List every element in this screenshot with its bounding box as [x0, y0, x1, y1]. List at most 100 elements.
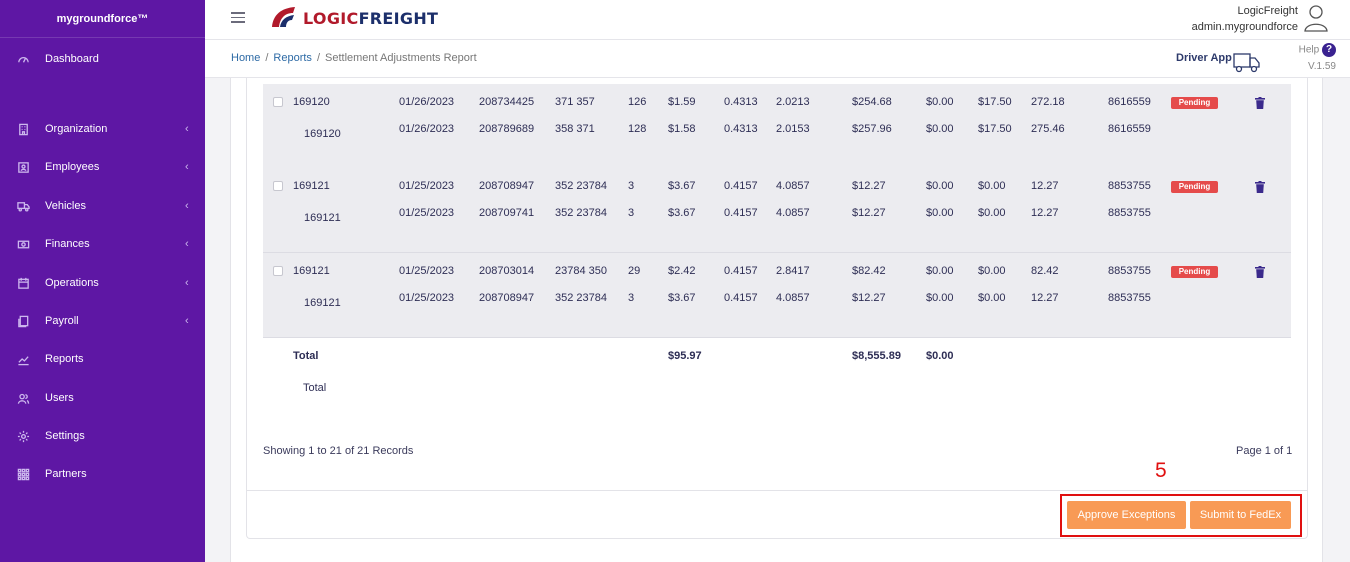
- total-adj: $0.00: [926, 350, 954, 362]
- help-label: Help: [1298, 44, 1320, 56]
- cell-id: 169121: [293, 265, 330, 277]
- cell-adj: $0.00: [926, 265, 954, 277]
- cell-rate: $3.67: [668, 207, 696, 219]
- breadcrumb-home[interactable]: Home: [231, 52, 260, 64]
- chart-line-icon: [16, 352, 30, 366]
- cell-ref: 8853755: [1108, 180, 1151, 192]
- cell-ref: 8853755: [1108, 207, 1151, 219]
- sidebar-item-label: Reports: [45, 353, 84, 365]
- cell-amount: $12.27: [852, 207, 886, 219]
- cell-adj: $0.00: [926, 292, 954, 304]
- breadcrumb: Home / Reports / Settlement Adjustments Repo…: [231, 52, 477, 64]
- total-amount: $8,555.89: [852, 350, 901, 362]
- cell-amount: $82.42: [852, 265, 886, 277]
- sidebar-item-reports[interactable]: Reports: [0, 344, 205, 374]
- sidebar-item-partners[interactable]: Partners: [0, 459, 205, 489]
- trash-icon[interactable]: [1255, 266, 1265, 278]
- breadcrumb-current: Settlement Adjustments Report: [325, 52, 477, 64]
- cell-qty: 3: [628, 292, 635, 304]
- status-badge: Pending: [1171, 181, 1218, 193]
- chevron-left-icon: ‹: [185, 123, 189, 135]
- cell-amount: $12.27: [852, 180, 886, 192]
- cell-net: 275.46: [1031, 123, 1065, 135]
- footer-divider: [247, 490, 1307, 491]
- cell-amount: $257.96: [852, 123, 892, 135]
- sidebar-brand: mygroundforce™: [0, 0, 205, 38]
- truck-icon[interactable]: [1233, 51, 1261, 73]
- cell-date: 01/26/2023: [399, 123, 455, 135]
- chevron-left-icon: ‹: [185, 200, 189, 212]
- avatar-icon[interactable]: [1304, 4, 1328, 32]
- cell-date: 01/25/2023: [399, 180, 455, 192]
- breadcrumb-reports[interactable]: Reports: [273, 52, 312, 64]
- cell-tracking: 208708947: [479, 292, 535, 304]
- sidebar-item-organization[interactable]: Organization ‹: [0, 114, 205, 144]
- cell-fee: $17.50: [978, 123, 1012, 135]
- cell-qty: 126: [628, 96, 647, 108]
- sidebar-item-label: Finances: [45, 238, 90, 250]
- document-icon: [16, 314, 30, 328]
- cell-adj: $0.00: [926, 207, 954, 219]
- trash-icon[interactable]: [1255, 97, 1265, 109]
- cell-net: 272.18: [1031, 96, 1065, 108]
- help[interactable]: Help ? V.1.59: [1299, 43, 1336, 74]
- chevron-left-icon: ‹: [185, 277, 189, 289]
- cell-qty: 128: [628, 123, 647, 135]
- username: admin.mygroundforce: [1191, 21, 1298, 33]
- cell-route: 352 23784: [555, 180, 607, 192]
- sidebar-item-employees[interactable]: Employees ‹: [0, 152, 205, 182]
- cell-fee: $0.00: [978, 207, 1006, 219]
- row-checkbox[interactable]: [273, 97, 283, 107]
- cell-id: 169120: [304, 128, 341, 140]
- cell-amount: $12.27: [852, 292, 886, 304]
- cell-id: 169121: [304, 297, 341, 309]
- cell-rate: $3.67: [668, 292, 696, 304]
- cell-f1: 0.4157: [724, 265, 758, 277]
- cell-net: 12.27: [1031, 292, 1059, 304]
- cell-date: 01/25/2023: [399, 207, 455, 219]
- help-icon[interactable]: ?: [1322, 43, 1336, 57]
- sidebar-item-users[interactable]: Users: [0, 383, 205, 413]
- sidebar-item-dashboard[interactable]: Dashboard: [0, 44, 205, 74]
- cell-id: 169121: [293, 180, 330, 192]
- logo: LOGICFREIGHT: [269, 5, 438, 31]
- breadcrumb-bar: Home / Reports / Settlement Adjustments Repo…: [205, 40, 1350, 78]
- sidebar-item-label: Operations: [45, 277, 99, 289]
- step-number: 5: [1155, 459, 1167, 482]
- cell-rate: $1.59: [668, 96, 696, 108]
- sidebar-item-label: Dashboard: [45, 53, 99, 65]
- sidebar-item-label: Users: [45, 392, 74, 404]
- cell-f2: 2.0153: [776, 123, 810, 135]
- cell-f2: 4.0857: [776, 292, 810, 304]
- cell-f2: 4.0857: [776, 180, 810, 192]
- cell-fee: $17.50: [978, 96, 1012, 108]
- cell-date: 01/25/2023: [399, 292, 455, 304]
- cell-date: 01/26/2023: [399, 96, 455, 108]
- cell-ref: 8853755: [1108, 292, 1151, 304]
- sidebar-item-vehicles[interactable]: Vehicles ‹: [0, 191, 205, 221]
- sidebar-item-payroll[interactable]: Payroll ‹: [0, 306, 205, 336]
- menu-toggle-icon[interactable]: [231, 12, 245, 23]
- cell-tracking: 208703014: [479, 265, 535, 277]
- grid-icon: [16, 467, 30, 481]
- approve-exceptions-button[interactable]: Approve Exceptions: [1067, 501, 1186, 529]
- trash-icon[interactable]: [1255, 181, 1265, 193]
- money-icon: [16, 237, 30, 251]
- row-checkbox[interactable]: [273, 266, 283, 276]
- sidebar-item-finances[interactable]: Finances ‹: [0, 229, 205, 259]
- submit-to-fedex-button[interactable]: Submit to FedEx: [1190, 501, 1291, 529]
- cell-net: 82.42: [1031, 265, 1059, 277]
- sidebar-item-operations[interactable]: Operations ‹: [0, 268, 205, 298]
- status-badge: Pending: [1171, 266, 1218, 278]
- sidebar-item-settings[interactable]: Settings: [0, 421, 205, 451]
- row-checkbox[interactable]: [273, 181, 283, 191]
- sidebar-item-label: Organization: [45, 123, 108, 135]
- driver-app-link[interactable]: Driver App: [1176, 52, 1232, 64]
- company-name: LogicFreight: [1237, 5, 1298, 17]
- records-summary: Showing 1 to 21 of 21 Records: [263, 445, 414, 457]
- cell-fee: $0.00: [978, 265, 1006, 277]
- cell-route: 352 23784: [555, 292, 607, 304]
- cell-rate: $1.58: [668, 123, 696, 135]
- chevron-left-icon: ‹: [185, 161, 189, 173]
- chevron-left-icon: ‹: [185, 315, 189, 327]
